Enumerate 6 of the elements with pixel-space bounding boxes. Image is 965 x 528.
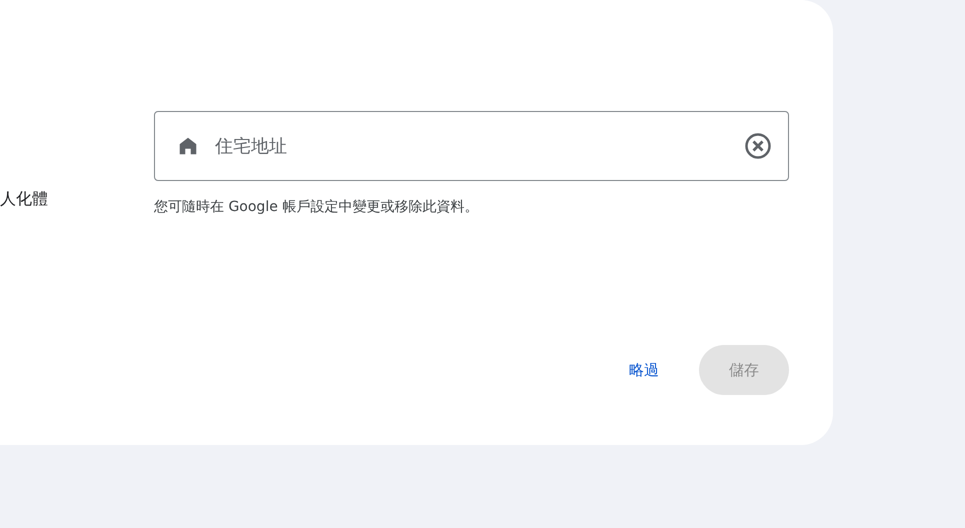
helper-text: 您可隨時在 Google 帳戶設定中變更或移除此資料。	[154, 198, 480, 216]
side-label: 人化體	[0, 189, 48, 210]
clear-icon[interactable]	[744, 132, 772, 160]
home-icon	[177, 135, 199, 157]
skip-button[interactable]: 略過	[615, 345, 673, 395]
address-field[interactable]: 住宅地址	[154, 111, 789, 181]
